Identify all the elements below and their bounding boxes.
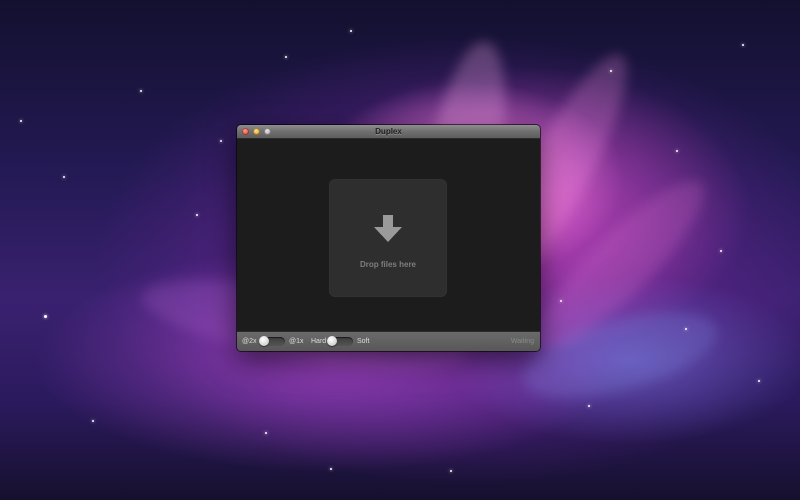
- star: [44, 315, 47, 318]
- star: [685, 328, 687, 330]
- edge-hard-label: Hard: [311, 338, 327, 345]
- star: [196, 214, 198, 216]
- star: [742, 44, 744, 46]
- status-text: Waiting: [510, 338, 534, 345]
- star: [220, 140, 222, 142]
- edge-toggle[interactable]: [327, 336, 353, 346]
- star: [330, 468, 332, 470]
- drop-files-label: Drop files here: [359, 260, 416, 269]
- star: [285, 56, 287, 58]
- scale-toggle[interactable]: [259, 336, 285, 346]
- file-drop-zone[interactable]: Drop files here: [329, 179, 447, 297]
- star: [20, 120, 22, 122]
- star: [92, 420, 94, 422]
- scale-2x-label: @2x: [242, 338, 257, 345]
- star: [63, 176, 65, 178]
- window-titlebar[interactable]: Duplex: [237, 125, 540, 139]
- star: [720, 250, 722, 252]
- star: [140, 90, 142, 92]
- window-content: Drop files here: [237, 139, 540, 331]
- star: [758, 380, 760, 382]
- star: [676, 150, 678, 152]
- window-title: Duplex: [375, 127, 402, 136]
- duplex-window: Duplex Drop files here @2x @1x Hard Soft…: [237, 125, 540, 351]
- scale-1x-label: @1x: [289, 338, 304, 345]
- star: [588, 405, 590, 407]
- star: [610, 70, 612, 72]
- scale-toggle-knob[interactable]: [259, 336, 269, 346]
- star: [560, 300, 562, 302]
- star: [450, 470, 452, 472]
- edge-soft-label: Soft: [357, 338, 370, 345]
- star: [265, 432, 267, 434]
- star: [350, 30, 352, 32]
- download-arrow-icon: [374, 215, 402, 242]
- window-bottom-bar: @2x @1x Hard Soft Waiting: [237, 331, 540, 351]
- edge-toggle-knob[interactable]: [327, 336, 337, 346]
